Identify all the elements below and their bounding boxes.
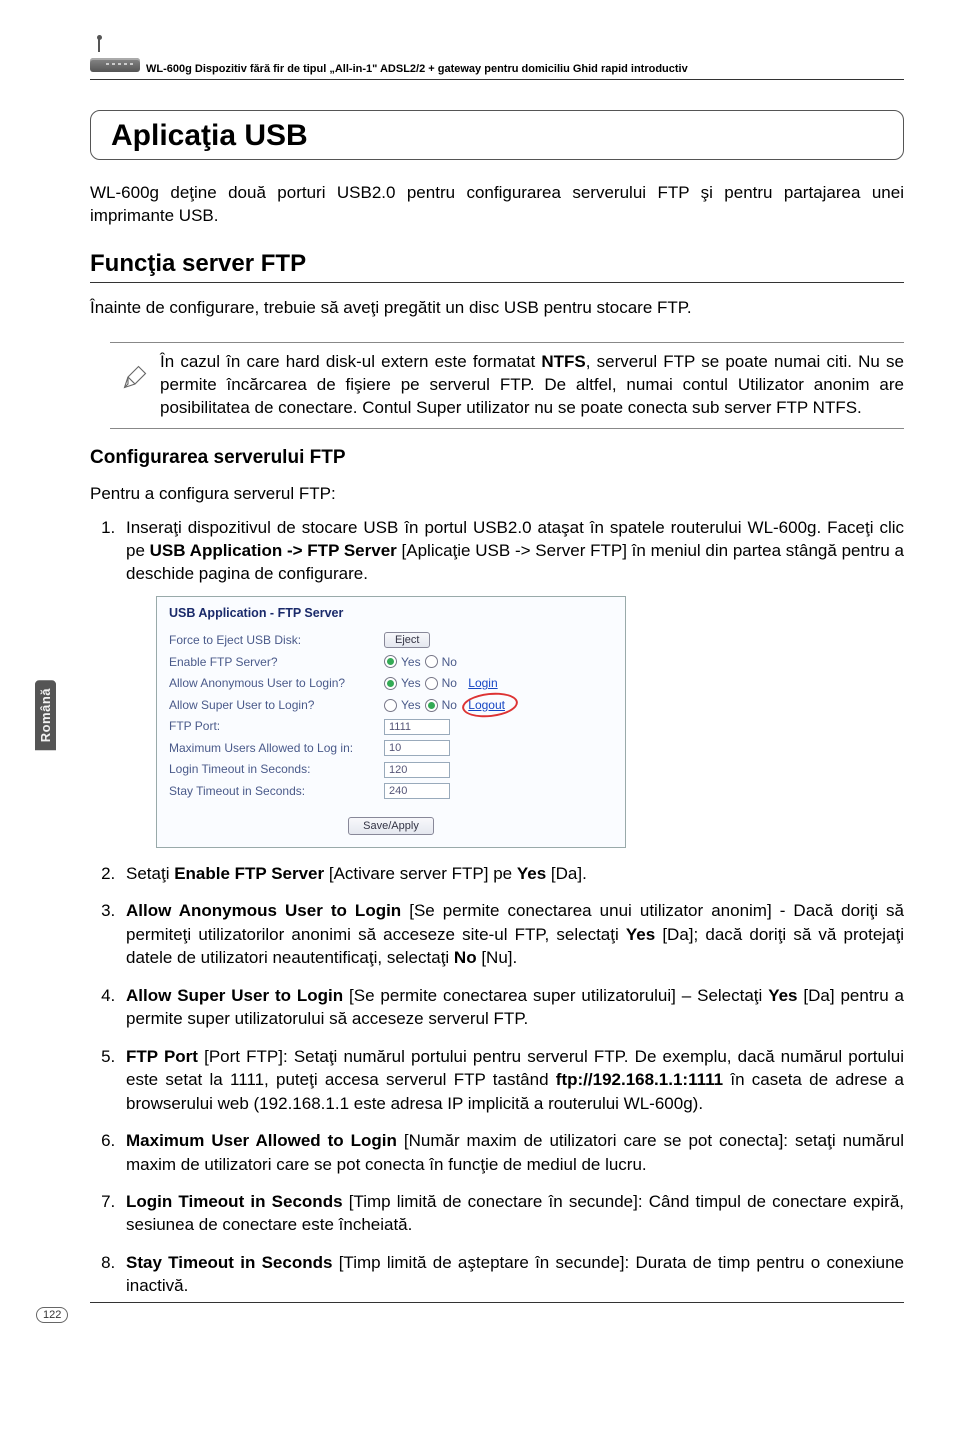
radio-anon-no[interactable] [425,677,438,690]
divider [90,282,904,283]
ss-label-max: Maximum Users Allowed to Log in: [169,740,384,757]
intro-paragraph: WL-600g deţine două porturi USB2.0 pentr… [90,182,904,228]
ss-label-force: Force to Eject USB Disk: [169,632,384,649]
ss-label-super: Allow Super User to Login? [169,697,384,714]
router-icon [90,50,146,75]
radio-super-no[interactable] [425,699,438,712]
step-4: Allow Super User to Login [Se permite co… [120,984,904,1031]
note-text: În cazul în care hard disk-ul extern est… [160,351,904,420]
stay-timeout-input[interactable] [384,783,450,799]
ss-label-port: FTP Port: [169,718,384,735]
ol-intro: Pentru a configura serverul FTP: [90,483,904,506]
note-block: În cazul în care hard disk-ul extern est… [110,342,904,429]
radio-enable-yes[interactable] [384,655,397,668]
login-link[interactable]: Login [468,675,497,692]
radio-enable-no[interactable] [425,655,438,668]
eject-button[interactable]: Eject [384,632,430,648]
step-1: Inseraţi dispozitivul de stocare USB în … [120,516,904,848]
ftp-port-input[interactable] [384,719,450,735]
page-title: Aplicaţia USB [111,119,883,153]
save-apply-button[interactable]: Save/Apply [348,817,434,835]
ss-label-anon: Allow Anonymous User to Login? [169,675,384,692]
radio-anon-yes[interactable] [384,677,397,690]
section-sub: Înainte de configurare, trebuie să aveţi… [90,297,904,320]
step-8: Stay Timeout in Seconds [Timp limită de … [120,1251,904,1298]
radio-super-yes[interactable] [384,699,397,712]
footer-divider [90,1302,904,1303]
doc-header: WL-600g Dispozitiv fără fir de tipul „Al… [90,50,904,80]
page-number: 122 [36,1307,68,1323]
step-2: Setaţi Enable FTP Server [Activare serve… [120,862,904,885]
subsection-heading: Configurarea serverului FTP [90,447,904,469]
header-text: WL-600g Dispozitiv fără fir de tipul „Al… [146,63,688,75]
logout-link[interactable]: Logout [468,698,505,712]
step-7: Login Timeout in Seconds [Timp limită de… [120,1190,904,1237]
step-5: FTP Port [Port FTP]: Setaţi numărul port… [120,1045,904,1115]
ss-title: USB Application - FTP Server [169,605,613,622]
section-heading: Funcţia server FTP [90,250,904,278]
screenshot-panel: USB Application - FTP Server Force to Ej… [156,596,626,848]
title-box: Aplicaţia USB [90,110,904,160]
step-3: Allow Anonymous User to Login [Se permit… [120,899,904,969]
max-users-input[interactable] [384,740,450,756]
pencil-icon [110,351,160,396]
language-tab: Română [35,680,56,750]
ss-label-stayto: Stay Timeout in Seconds: [169,783,384,800]
ss-label-enable: Enable FTP Server? [169,654,384,671]
step-6: Maximum User Allowed to Login [Număr max… [120,1129,904,1176]
ss-label-loginto: Login Timeout in Seconds: [169,761,384,778]
login-timeout-input[interactable] [384,762,450,778]
